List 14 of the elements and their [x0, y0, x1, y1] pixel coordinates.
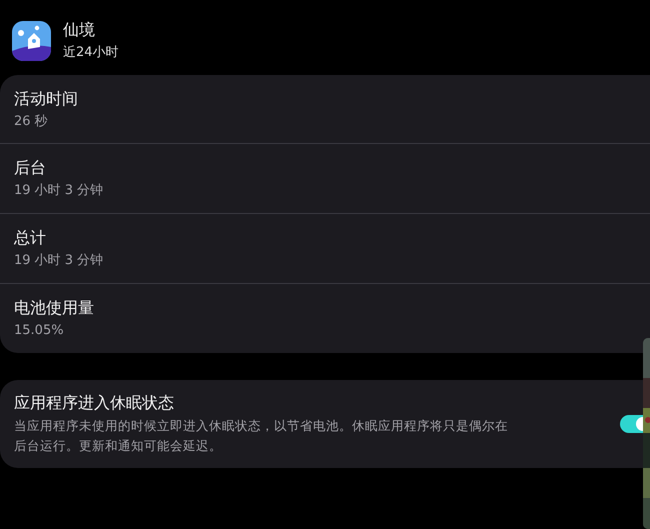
setting-description: 当应用程序未使用的时候立即进入休眠状态，以节省电池。休眠应用程序将只是偶尔在后台运行。更新和通知可能会延迟。 [14, 416, 509, 454]
app-icon [12, 20, 51, 60]
stat-label: 电池使用量 [14, 298, 95, 318]
stat-value: 19 小时 3 分钟 [14, 182, 104, 199]
toggle-switch[interactable] [620, 415, 643, 433]
stat-label: 总计 [14, 228, 47, 248]
app-name: 仙境 [63, 20, 96, 40]
period-label: 近24小时 [63, 44, 119, 61]
setting-title: 应用程序进入休眠状态 [14, 392, 175, 412]
stat-label: 活动时间 [14, 88, 79, 108]
stat-value: 15.05% [14, 322, 65, 339]
stat-value: 26 秒 [14, 112, 49, 130]
stat-label: 后台 [14, 158, 47, 178]
stat-value: 19 小时 3 分钟 [14, 252, 104, 269]
